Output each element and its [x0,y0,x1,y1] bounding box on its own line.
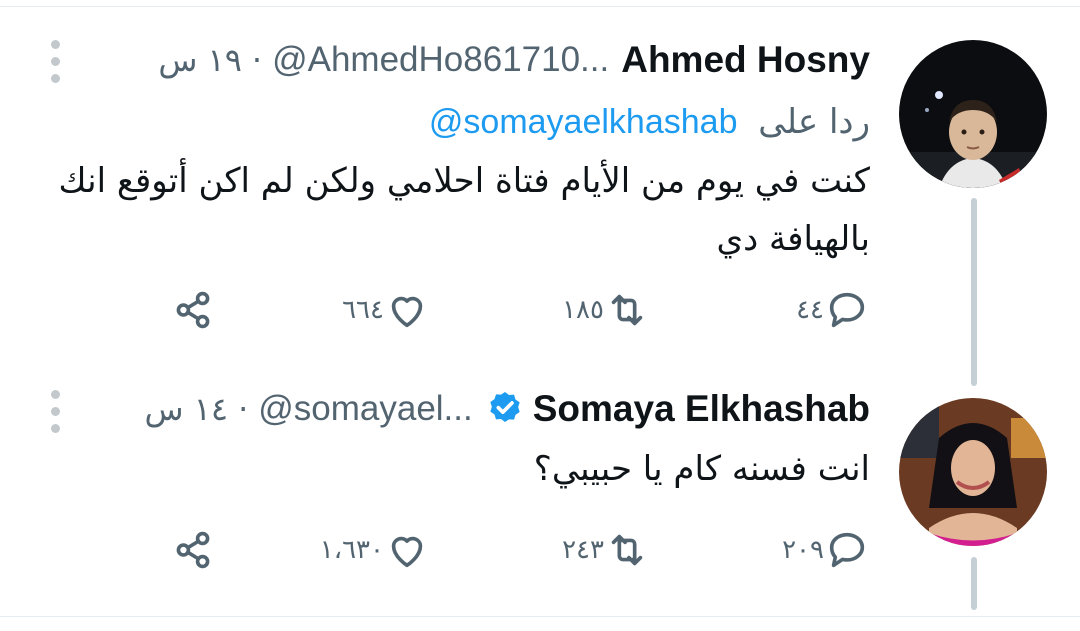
share-icon [176,531,210,569]
tweet-text: كنت في يوم من الأيام فتاة احلامي ولكن لم… [58,161,870,259]
author-name[interactable]: Somaya Elkhashab [533,385,870,433]
replying-to-label: ردا على [758,102,870,142]
replying-to-mention[interactable]: @somayaelkhashab [429,98,738,146]
separator-dot: · [251,41,263,79]
top-divider [0,0,1080,7]
retweet-icon [611,534,643,566]
retweet-count: ٢٤٣ [562,535,604,565]
author-handle[interactable]: @somayael... [258,385,473,433]
tweet-ahmed-hosny[interactable]: Ahmed Hosny @AhmedHo861710... · ١٩ س ردا… [0,10,1080,386]
timestamp[interactable]: ١٩ س [158,36,242,84]
avatar[interactable] [899,40,1047,188]
thread-line [971,557,977,610]
bottom-divider [0,616,1080,617]
tweet-somaya-elkhashab[interactable]: Somaya Elkhashab @somayael... · ١٤ س انت… [0,370,1080,615]
retweet-button[interactable]: ١٨٥ [544,280,650,340]
retweet-icon [611,294,643,326]
heart-icon [391,536,423,568]
tweet-actions: ٢٠٩ ٢٤٣ ١،٦٣٠ [170,520,870,580]
tweet-header: Ahmed Hosny @AhmedHo861710... · ١٩ س [158,36,870,84]
author-handle[interactable]: @AhmedHo861710... [272,36,609,84]
replying-to: ردا على @somayaelkhashab [429,98,870,146]
like-count: ١،٦٣٠ [319,535,384,565]
share-button[interactable] [170,520,216,580]
comment-bubble-icon [829,532,865,568]
retweet-button[interactable]: ٢٤٣ [544,520,650,580]
like-button[interactable]: ٦٦٤ [324,280,430,340]
reply-count: ٤٤ [796,295,824,325]
tweet-actions: ٤٤ ١٨٥ ٦٦٤ [170,280,870,340]
reply-count: ٢٠٩ [782,535,824,565]
like-button[interactable]: ١،٦٣٠ [302,520,430,580]
tweet-text: انت فسنه كام يا حبيبي؟ [533,449,870,489]
heart-icon [391,296,423,328]
avatar[interactable] [899,398,1047,546]
verified-badge-icon [485,389,525,429]
reply-button[interactable]: ٤٤ [778,280,870,340]
tweet-header: Somaya Elkhashab @somayael... · ١٤ س [144,385,870,433]
more-vertical-icon[interactable] [46,40,66,84]
like-count: ٦٦٤ [342,295,384,325]
more-vertical-icon[interactable] [46,390,66,434]
share-icon [176,291,210,329]
timestamp[interactable]: ١٤ س [144,385,228,433]
reply-button[interactable]: ٢٠٩ [764,520,870,580]
share-button[interactable] [170,280,216,340]
comment-bubble-icon [829,292,865,328]
thread-line [971,198,977,386]
author-name[interactable]: Ahmed Hosny [621,36,870,84]
retweet-count: ١٨٥ [562,295,604,325]
separator-dot: · [238,390,249,428]
